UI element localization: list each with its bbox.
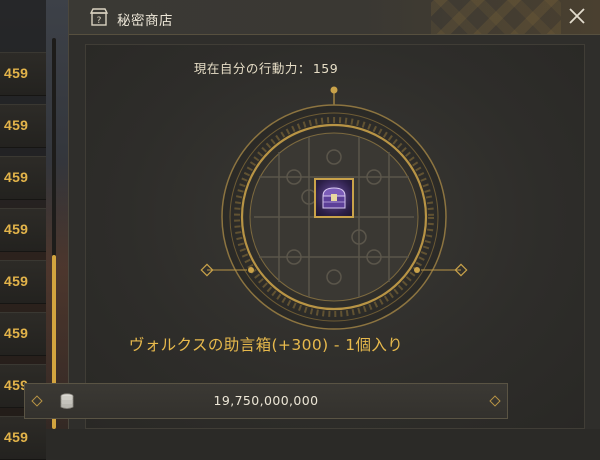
- action-power-label: 現在自分の行動力：: [193, 61, 311, 76]
- panel-title: 秘密商店: [117, 13, 173, 29]
- list-item[interactable]: 459: [0, 208, 46, 252]
- svg-text:?: ?: [97, 16, 102, 26]
- shop-question-icon: ?: [89, 8, 109, 26]
- price-bar: 19,750,000,000: [24, 383, 508, 419]
- close-icon[interactable]: [567, 6, 587, 26]
- list-item-value: 459: [4, 273, 29, 289]
- list-item-value: 459: [4, 221, 29, 237]
- list-item[interactable]: 459: [0, 260, 46, 304]
- list-item[interactable]: 459: [0, 104, 46, 148]
- treasure-chest-icon: [322, 187, 346, 209]
- purple-treasure-chest-icon[interactable]: [314, 178, 354, 218]
- list-item-value: 459: [4, 169, 29, 185]
- panel-header: ? 秘密商店: [69, 0, 600, 35]
- header-decoration: [431, 0, 561, 34]
- action-power-text: 現在自分の行動力： 159: [0, 58, 532, 77]
- price-value: 19,750,000,000: [213, 393, 319, 408]
- list-item[interactable]: 459: [0, 416, 46, 460]
- list-item[interactable]: 459: [0, 156, 46, 200]
- list-item-value: 459: [4, 117, 29, 133]
- list-item-value: 459: [4, 429, 29, 445]
- item-name: ヴォルクスの助言箱(+300) - 1個入り: [128, 336, 404, 354]
- action-power-value: 159: [312, 61, 339, 76]
